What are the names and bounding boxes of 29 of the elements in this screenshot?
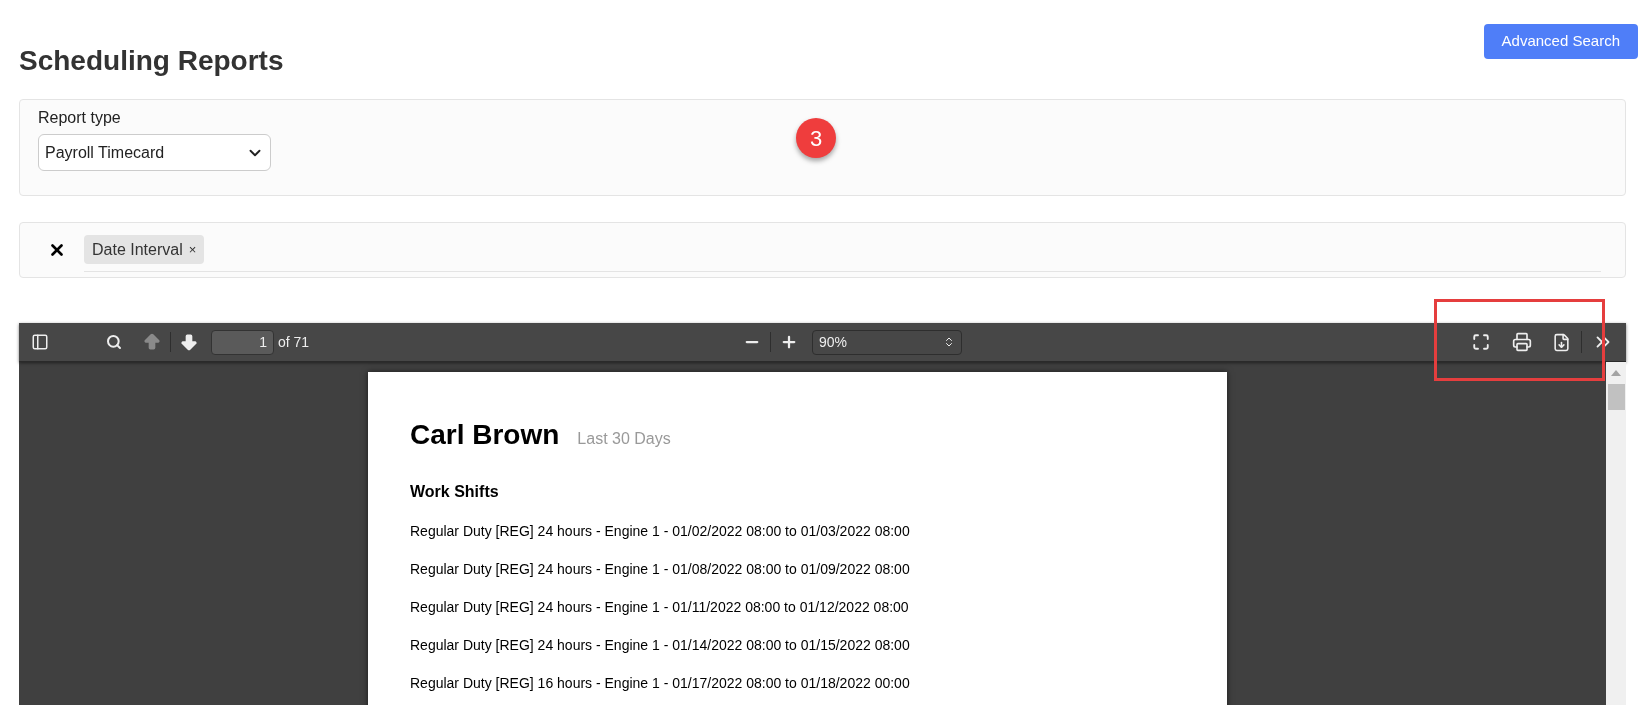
shift-line: Regular Duty [REG] 24 hours - Engine 1 - 01/02/2022 08:00 to 01/03/2022 08:00 (410, 522, 910, 541)
search-icon[interactable] (106, 334, 122, 350)
sidebar-toggle-icon[interactable] (31, 333, 49, 351)
download-icon[interactable] (1552, 332, 1571, 352)
filter-chip[interactable]: Date Interval × (84, 235, 205, 264)
clear-filters-icon[interactable] (48, 241, 66, 259)
page-count: of 71 (278, 332, 310, 352)
shift-line: Regular Duty [REG] 24 hours - Engine 1 - 01/08/2022 08:00 to 01/09/2022 08:00 (410, 560, 910, 579)
section-heading: Work Shifts (410, 482, 499, 502)
scroll-thumb[interactable] (1607, 384, 1625, 410)
print-icon[interactable] (1512, 332, 1532, 352)
select-arrows-icon (943, 336, 955, 348)
zoom-select[interactable]: 90% (812, 329, 962, 355)
chip-remove[interactable]: × (188, 239, 197, 260)
employee-name: Carl Brown (410, 418, 560, 452)
filter-chip-label: Date Interval (92, 239, 183, 260)
shift-line: Regular Duty [REG] 24 hours - Engine 1 - 01/14/2022 08:00 to 01/15/2022 08:00 (410, 636, 910, 655)
down-arrow-icon[interactable] (179, 332, 199, 352)
zoom-in-icon[interactable] (780, 333, 798, 351)
shift-line: Regular Duty [REG] 16 hours - Engine 1 - 01/17/2022 08:00 to 01/18/2022 00:00 (410, 674, 910, 693)
fullscreen-icon[interactable] (1472, 333, 1490, 351)
shift-line: Regular Duty [REG] 24 hours - Engine 1 - 01/11/2022 08:00 to 01/12/2022 08:00 (410, 598, 909, 617)
page-title: Scheduling Reports (19, 44, 284, 78)
step-badge: 3 (796, 118, 836, 158)
report-period: Last 30 Days (577, 429, 671, 449)
report-type-select[interactable]: Payroll Timecard (38, 134, 271, 171)
page-number-field[interactable]: 1 (211, 329, 274, 355)
advanced-search-button[interactable]: Advanced Search (1483, 24, 1638, 59)
report-type-label: Report type (38, 108, 121, 128)
